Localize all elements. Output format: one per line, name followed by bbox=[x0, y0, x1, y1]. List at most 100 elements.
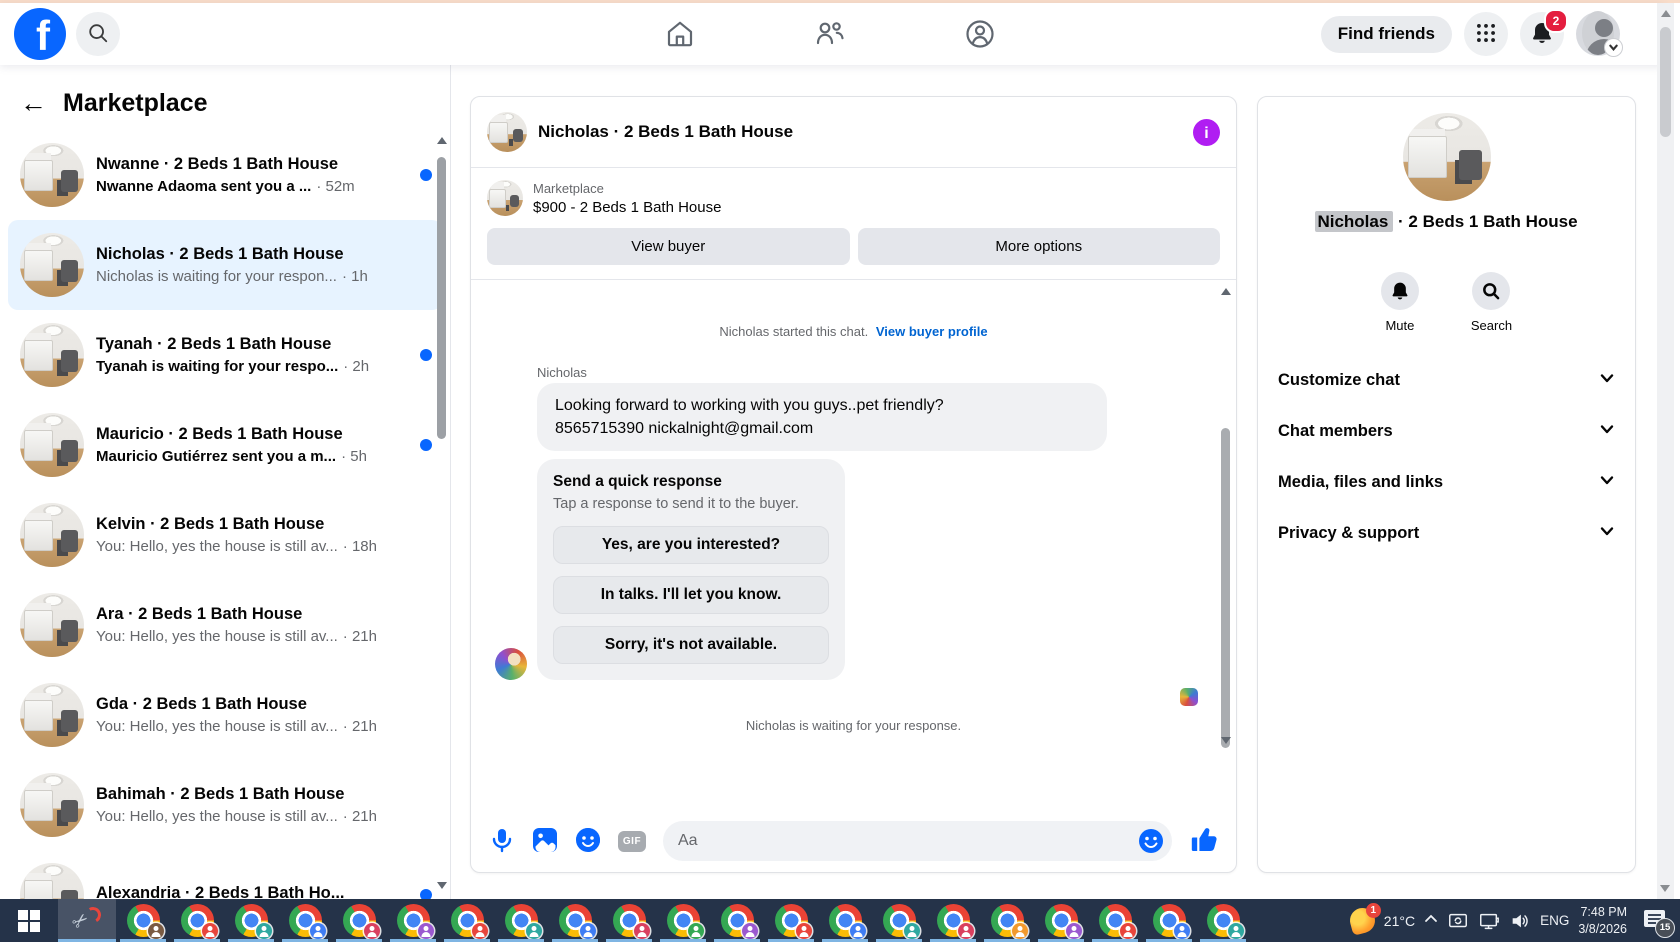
chat-scrollbar-thumb[interactable] bbox=[1221, 428, 1230, 748]
notifications-button[interactable]: 2 bbox=[1520, 9, 1568, 56]
chat-scrollbar[interactable] bbox=[1220, 288, 1232, 748]
chrome-taskbar-button[interactable] bbox=[602, 899, 656, 942]
conversation-subtitle: Tyanah is waiting for your respo... bbox=[96, 358, 339, 375]
sidebar-scrollbar-thumb[interactable] bbox=[437, 157, 446, 439]
view-buyer-profile-link[interactable]: View buyer profile bbox=[876, 324, 988, 339]
snipping-tool-taskbar-button[interactable]: ✂ bbox=[58, 899, 116, 942]
chrome-taskbar-button[interactable] bbox=[116, 899, 170, 942]
chrome-taskbar-button[interactable] bbox=[494, 899, 548, 942]
accordion-section-row[interactable]: Privacy & support bbox=[1266, 508, 1627, 559]
voice-clip-button[interactable] bbox=[489, 827, 515, 856]
scroll-up-arrow-icon[interactable] bbox=[1221, 288, 1231, 295]
network-tray-icon[interactable] bbox=[1478, 910, 1500, 932]
friends-icon[interactable] bbox=[814, 18, 846, 50]
conversation-item[interactable]: Nwanne · 2 Beds 1 Bath House Nwanne Adao… bbox=[8, 130, 442, 220]
conversation-item[interactable]: Tyanah · 2 Beds 1 Bath House Tyanah is w… bbox=[8, 310, 442, 400]
scroll-down-arrow-icon[interactable] bbox=[1221, 737, 1231, 744]
scroll-down-arrow-icon[interactable] bbox=[437, 882, 447, 889]
like-button[interactable] bbox=[1189, 825, 1218, 857]
accordion-section-row[interactable]: Chat members bbox=[1266, 406, 1627, 457]
conversation-subtitle: You: Hello, yes the house is still av... bbox=[96, 628, 338, 645]
attach-image-button[interactable] bbox=[532, 827, 558, 856]
apps-menu-button[interactable] bbox=[1464, 12, 1508, 56]
weather-temperature[interactable]: 21°C bbox=[1384, 913, 1415, 929]
conversation-item[interactable]: Gda · 2 Beds 1 Bath House You: Hello, ye… bbox=[8, 670, 442, 760]
conversation-item[interactable]: Ara · 2 Beds 1 Bath House You: Hello, ye… bbox=[8, 580, 442, 670]
language-indicator[interactable]: ENG bbox=[1540, 913, 1569, 928]
conversation-text: Bahimah · 2 Beds 1 Bath House You: Hello… bbox=[96, 785, 432, 825]
chrome-taskbar-button[interactable] bbox=[1034, 899, 1088, 942]
conversation-time: · 18h bbox=[342, 538, 377, 555]
gif-button[interactable]: GIF bbox=[618, 830, 646, 852]
taskbar-clock[interactable]: 7:48 PM 3/8/2026 bbox=[1578, 904, 1627, 937]
conversation-item[interactable]: Nicholas · 2 Beds 1 Bath House Nicholas … bbox=[8, 220, 442, 310]
chrome-taskbar-button[interactable] bbox=[170, 899, 224, 942]
message-input[interactable] bbox=[663, 832, 1172, 850]
more-options-button[interactable]: More options bbox=[857, 228, 1220, 265]
chrome-taskbar-button[interactable] bbox=[764, 899, 818, 942]
start-button[interactable] bbox=[0, 899, 58, 942]
mute-button[interactable]: Mute bbox=[1380, 272, 1419, 333]
unread-dot bbox=[420, 169, 432, 181]
scroll-up-arrow-icon[interactable] bbox=[1660, 10, 1671, 17]
groups-icon[interactable] bbox=[964, 18, 996, 50]
chrome-taskbar-button[interactable] bbox=[872, 899, 926, 942]
scroll-up-arrow-icon[interactable] bbox=[437, 137, 447, 144]
unread-dot bbox=[420, 889, 432, 899]
conversation-title: Kelvin · 2 Beds 1 Bath House bbox=[96, 515, 325, 533]
chrome-taskbar-button[interactable] bbox=[980, 899, 1034, 942]
conversation-item[interactable]: Bahimah · 2 Beds 1 Bath House You: Hello… bbox=[8, 760, 442, 850]
chat-started-text: Nicholas started this chat. bbox=[719, 324, 869, 339]
find-friends-button[interactable]: Find friends bbox=[1320, 15, 1452, 53]
page-scrollbar-thumb[interactable] bbox=[1660, 27, 1671, 137]
chevron-down-icon bbox=[1599, 370, 1615, 391]
conversation-avatar bbox=[20, 593, 84, 657]
volume-tray-icon[interactable] bbox=[1509, 910, 1531, 932]
chrome-taskbar-button[interactable] bbox=[332, 899, 386, 942]
chrome-taskbar-button[interactable] bbox=[386, 899, 440, 942]
chrome-taskbar-button[interactable] bbox=[224, 899, 278, 942]
chrome-taskbar-button[interactable] bbox=[1142, 899, 1196, 942]
account-menu-button[interactable] bbox=[1576, 11, 1623, 57]
sticker-button[interactable] bbox=[575, 827, 601, 856]
chrome-taskbar-button[interactable] bbox=[926, 899, 980, 942]
quick-response-option-button[interactable]: Sorry, it's not available. bbox=[553, 626, 829, 665]
conversation-meta: You: Hello, yes the house is still av...… bbox=[96, 538, 432, 555]
chrome-taskbar-button[interactable] bbox=[548, 899, 602, 942]
conversation-meta: You: Hello, yes the house is still av...… bbox=[96, 808, 432, 825]
chrome-taskbar-button[interactable] bbox=[278, 899, 332, 942]
chrome-profile-badge bbox=[310, 923, 326, 939]
accordion-section-row[interactable]: Media, files and links bbox=[1266, 457, 1627, 508]
chrome-taskbar-button[interactable] bbox=[818, 899, 872, 942]
chrome-taskbar-button[interactable] bbox=[1196, 899, 1250, 942]
chrome-taskbar-button[interactable] bbox=[1088, 899, 1142, 942]
page-scrollbar[interactable] bbox=[1657, 3, 1674, 899]
home-icon[interactable] bbox=[664, 18, 696, 50]
chrome-taskbar-button[interactable] bbox=[710, 899, 764, 942]
back-arrow-icon[interactable]: ← bbox=[20, 90, 47, 117]
quick-response-option-button[interactable]: Yes, are you interested? bbox=[553, 526, 829, 565]
sidebar-scrollbar[interactable] bbox=[436, 137, 448, 889]
facebook-logo-icon[interactable] bbox=[14, 8, 72, 60]
conversation-info-icon[interactable]: i bbox=[1193, 118, 1220, 146]
chrome-profile-badge bbox=[526, 923, 542, 939]
view-buyer-button[interactable]: View buyer bbox=[487, 228, 850, 265]
weather-tray-button[interactable]: 1 bbox=[1346, 903, 1381, 936]
search-in-conversation-button[interactable]: Search bbox=[1471, 272, 1512, 333]
conversation-item[interactable]: Kelvin · 2 Beds 1 Bath House You: Hello,… bbox=[8, 490, 442, 580]
emoji-button[interactable] bbox=[1138, 828, 1164, 857]
chrome-profile-badge bbox=[148, 923, 164, 939]
quick-response-option-button[interactable]: In talks. I'll let you know. bbox=[553, 576, 829, 615]
hidden-icons-button[interactable] bbox=[1424, 912, 1438, 929]
chrome-taskbar-button[interactable] bbox=[656, 899, 710, 942]
chrome-taskbar-button[interactable] bbox=[440, 899, 494, 942]
conversation-item[interactable]: Mauricio · 2 Beds 1 Bath House Mauricio … bbox=[8, 400, 442, 490]
accordion-section-row[interactable]: Customize chat bbox=[1266, 355, 1627, 406]
screen-cast-tray-icon[interactable] bbox=[1447, 910, 1469, 932]
conversation-item[interactable]: Alexandria · 2 Beds 1 Bath Ho... bbox=[8, 850, 442, 899]
conversation-meta: Nwanne Adaoma sent you a ... · 52m bbox=[96, 178, 412, 195]
search-button[interactable] bbox=[76, 12, 120, 56]
scroll-down-arrow-icon[interactable] bbox=[1660, 885, 1670, 892]
action-center-button[interactable]: 15 bbox=[1642, 907, 1675, 938]
conversation-meta: Tyanah is waiting for your respo... · 2h bbox=[96, 358, 412, 375]
